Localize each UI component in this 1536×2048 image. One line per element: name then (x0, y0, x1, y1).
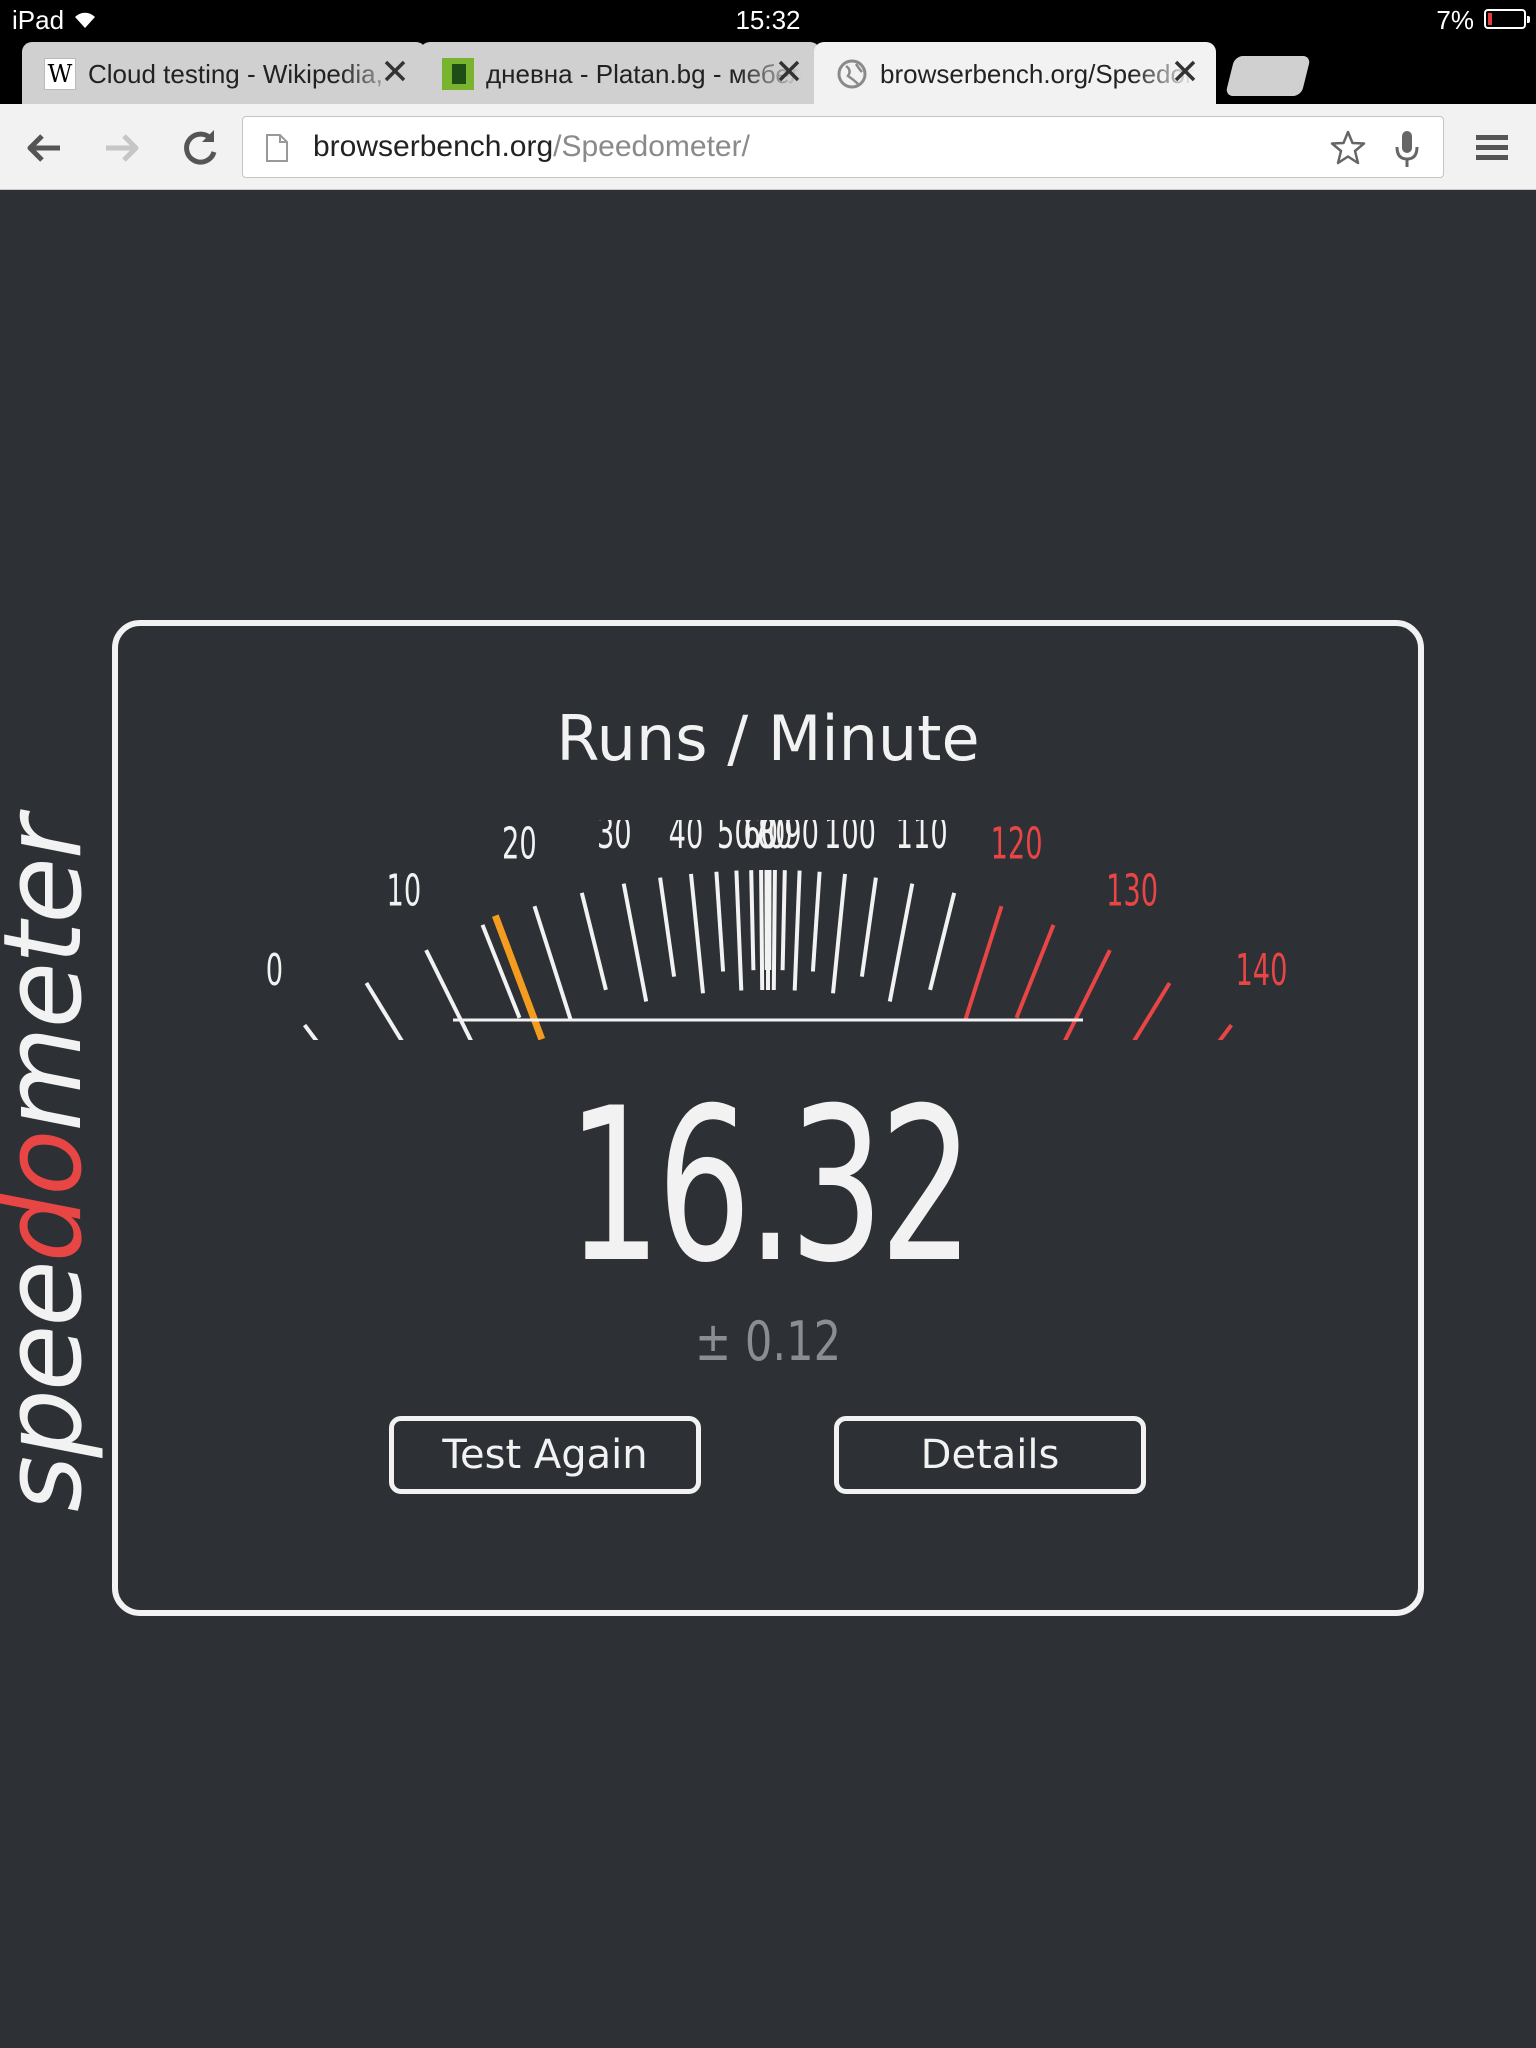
gauge-label-14: 140 (1235, 944, 1287, 996)
logo-text: spee (0, 1262, 106, 1512)
logo-accent-d: d (0, 1196, 106, 1263)
gauge-label-12: 120 (991, 820, 1043, 869)
gauge-label-9: 90 (784, 820, 819, 859)
menu-icon[interactable] (1470, 126, 1514, 170)
gauge-tick (734, 870, 744, 991)
tab-wikipedia[interactable]: W Cloud testing - Wikipedia, (22, 42, 426, 104)
gauge-tick (831, 873, 847, 994)
star-icon[interactable] (1329, 129, 1367, 167)
new-tab-button[interactable] (1225, 56, 1311, 96)
status-bar: iPad 15:32 7% (0, 0, 1536, 40)
gauge-tick (364, 981, 404, 1040)
gauge-tick (1014, 924, 1056, 1019)
gauge-tick (658, 877, 677, 977)
tab-speedometer[interactable]: browserbench.org/Speedometer/ (814, 42, 1216, 104)
url-host: browserbench.org (313, 130, 554, 163)
wikipedia-icon: W (44, 58, 76, 90)
gauge-tick (887, 883, 915, 1002)
gauge-tick (621, 883, 649, 1002)
globe-icon (837, 59, 867, 89)
test-again-button[interactable]: Test Again (389, 1416, 701, 1494)
tab-strip: W Cloud testing - Wikipedia, дневна - Pl… (0, 40, 1536, 104)
battery-percent: 7% (1436, 5, 1474, 35)
gauge-tick (714, 871, 726, 972)
gauge-tick (792, 870, 802, 991)
gauge-label-1: 10 (387, 864, 422, 916)
address-bar[interactable]: browserbench.org/Speedometer/ (242, 116, 1444, 178)
microphone-icon[interactable] (1393, 129, 1421, 169)
score-margin: ± 0.12 (694, 1310, 842, 1373)
status-time: 15:32 (735, 5, 801, 35)
gauge-tick (1132, 981, 1172, 1040)
gauge-tick (928, 892, 957, 991)
logo-accent-o: o (0, 1132, 106, 1196)
page-icon (266, 134, 288, 162)
gauge-title: Runs / Minute (556, 702, 980, 775)
reload-icon[interactable] (178, 126, 222, 170)
back-icon[interactable] (22, 126, 66, 170)
tab-title: Cloud testing - Wikipedia, (88, 59, 383, 89)
gauge-tick (780, 870, 787, 971)
gauge-tick (771, 869, 777, 991)
gauge-tick (859, 877, 878, 977)
tab-title: дневна - Platan.bg - мебели (486, 59, 801, 89)
url-text[interactable]: browserbench.org/Speedometer/ (313, 130, 750, 164)
gauge-tick (424, 949, 473, 1040)
gauge-tick (759, 869, 765, 991)
url-path: /Speedometer/ (553, 130, 750, 163)
score-value: 16.32 (566, 1062, 974, 1309)
gauge-tick (689, 873, 705, 994)
details-button[interactable]: Details (834, 1416, 1146, 1494)
forward-icon[interactable] (100, 126, 144, 170)
gauge-tick (303, 1023, 319, 1040)
gauge-tick (1217, 1023, 1233, 1040)
platan-icon (442, 58, 474, 90)
gauge-tick (963, 905, 1004, 1022)
gauge-label-10: 100 (824, 820, 876, 859)
close-icon[interactable] (1170, 56, 1200, 86)
gauge-label-3: 30 (597, 820, 632, 859)
gauge-label-4: 40 (669, 820, 704, 859)
browser-toolbar: browserbench.org/Speedometer/ (0, 104, 1536, 190)
gauge-tick (579, 892, 608, 991)
tab-platan[interactable]: дневна - Platan.bg - мебели (420, 42, 820, 104)
gauge-tick (749, 870, 756, 971)
gauge-label-0: 0 (266, 944, 283, 996)
close-icon[interactable] (380, 56, 410, 86)
gauge-tick (810, 871, 822, 972)
close-icon[interactable] (774, 56, 804, 86)
tab-title: browserbench.org/Speedometer/ (880, 59, 1195, 89)
battery-icon (1484, 9, 1530, 29)
gauge-tick (1063, 949, 1112, 1040)
gauge-label-11: 110 (896, 820, 948, 859)
gauge-label-13: 130 (1106, 864, 1158, 916)
gauge-label-2: 20 (502, 820, 537, 869)
speed-gauge: 01020 30 40 5060708090 100 110 120130140 (266, 820, 1288, 1040)
gauge-tick (532, 905, 573, 1022)
